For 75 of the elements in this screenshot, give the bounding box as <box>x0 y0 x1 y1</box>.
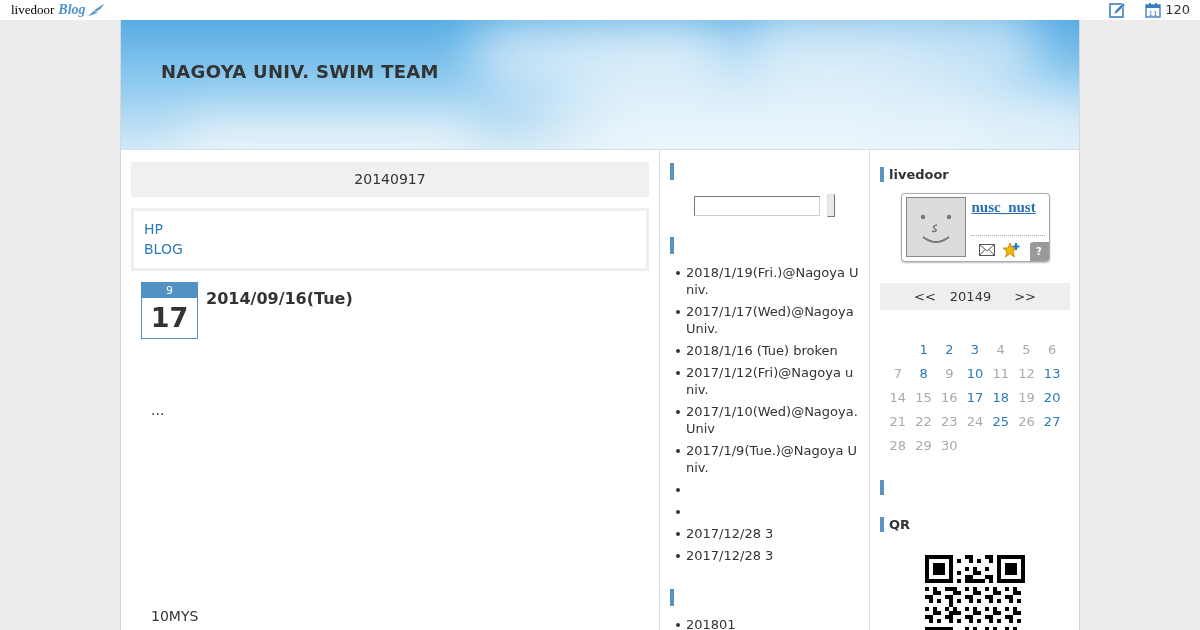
bullet-icon <box>676 371 680 375</box>
date-day: 17 <box>142 298 197 338</box>
post-title: 2014/09/16(Tue) <box>206 289 353 309</box>
section-title: QR <box>889 517 911 532</box>
bullet-icon <box>676 271 680 275</box>
calendar-day: 12 <box>1018 366 1035 382</box>
calendar-day: 5 <box>1022 342 1031 358</box>
calendar-day: 19 <box>1018 390 1035 406</box>
calendar-day-link[interactable]: 27 <box>1043 414 1061 430</box>
calendar-day-link[interactable]: 2 <box>945 342 954 358</box>
calendar-month: 20149 <box>949 288 992 305</box>
entry-link[interactable]: 2017/1/17(Wed)@Nagoya Univ. <box>686 303 859 337</box>
calendar-day-link[interactable]: 3 <box>970 342 980 358</box>
bullet-icon <box>676 410 680 414</box>
calendar-day-link[interactable]: 25 <box>992 414 1009 430</box>
help-button[interactable]: ? <box>1029 242 1049 261</box>
calendar-day: 29 <box>915 438 932 454</box>
post-text: 10MYS <box>151 607 199 626</box>
calendar-day: 23 <box>941 414 958 430</box>
mail-icon[interactable] <box>978 244 995 256</box>
avatar-icon <box>905 197 966 257</box>
calendar-day-link[interactable]: 10 <box>966 366 984 382</box>
nav-link[interactable]: BLOG <box>144 239 183 259</box>
calendar-day: 28 <box>889 438 907 454</box>
pencil-icon[interactable] <box>1109 2 1127 18</box>
previous-month-link[interactable]: << <box>914 288 936 305</box>
calendar-day: 15 <box>915 390 932 406</box>
next-month-link[interactable]: >> <box>1014 288 1036 305</box>
calendar-day-link[interactable]: 18 <box>992 390 1009 406</box>
entry-link[interactable]: 2018/1/19(Fri.)@Nagoya Univ. <box>686 264 859 298</box>
search-field[interactable] <box>694 195 820 216</box>
calendar-day: 7 <box>893 366 902 382</box>
calendar-day: 26 <box>1018 414 1035 430</box>
entry-link[interactable]: 2017/1/10(Wed)@Nagoya.Univ <box>686 403 859 437</box>
entry-link[interactable]: 2018/1/16 (Tue) broken <box>686 342 859 359</box>
calendar-day-link[interactable]: 17 <box>966 390 984 406</box>
calendar-day: 11 <box>992 366 1009 382</box>
logo-link[interactable]: livedoor Blog <box>11 0 105 20</box>
calendar-day: 4 <box>996 342 1005 358</box>
nav-link[interactable]: HP <box>144 219 163 239</box>
calendar-day-link[interactable]: 8 <box>919 366 928 382</box>
entry-link[interactable]: 201801 <box>686 616 859 630</box>
post-text: ... <box>151 401 165 420</box>
calendar-day: 22 <box>915 414 932 430</box>
bullet-icon <box>676 554 680 558</box>
calendar-day-link[interactable]: 1 <box>919 342 928 358</box>
bullet-icon <box>676 532 680 536</box>
entry-link[interactable]: 2017/1/12(Fri)@Nagoya univ. <box>686 364 859 398</box>
feather-icon <box>86 3 105 17</box>
calendar-day: 24 <box>966 414 984 430</box>
entry-link[interactable]: 2017/12/28 3 <box>686 547 859 564</box>
bullet-icon <box>676 449 680 453</box>
star-plus-icon[interactable] <box>1002 242 1020 258</box>
section-title: livedoor <box>889 167 949 182</box>
category-title: 20140917 <box>131 162 649 197</box>
search-button[interactable] <box>827 194 835 217</box>
calendar-day: 6 <box>1048 342 1057 358</box>
calendar-day: 9 <box>945 366 954 382</box>
calendar-day: 30 <box>941 438 958 454</box>
bullet-icon <box>676 488 680 492</box>
blog-title: NAGOYA UNIV. SWIM TEAM <box>161 62 440 82</box>
entry-count: 120 <box>1165 1 1190 19</box>
calendar-day-link[interactable]: 13 <box>1043 366 1061 382</box>
entry-link[interactable]: 2017/1/9(Tue.)@Nagoya Univ. <box>686 442 859 476</box>
date-month: 9 <box>142 283 197 298</box>
username-link[interactable]: nusc_nust <box>971 198 1036 216</box>
bullet-icon <box>676 349 680 353</box>
calendar-day: 16 <box>941 390 958 406</box>
calendar-day: 14 <box>889 390 907 406</box>
bullet-icon <box>676 310 680 314</box>
bullet-icon <box>676 623 680 627</box>
entry-link[interactable]: 2017/12/28 3 <box>686 525 859 542</box>
calendar-day-link[interactable]: 20 <box>1043 390 1061 406</box>
calendar-day: 21 <box>889 414 907 430</box>
bullet-icon <box>676 510 680 514</box>
